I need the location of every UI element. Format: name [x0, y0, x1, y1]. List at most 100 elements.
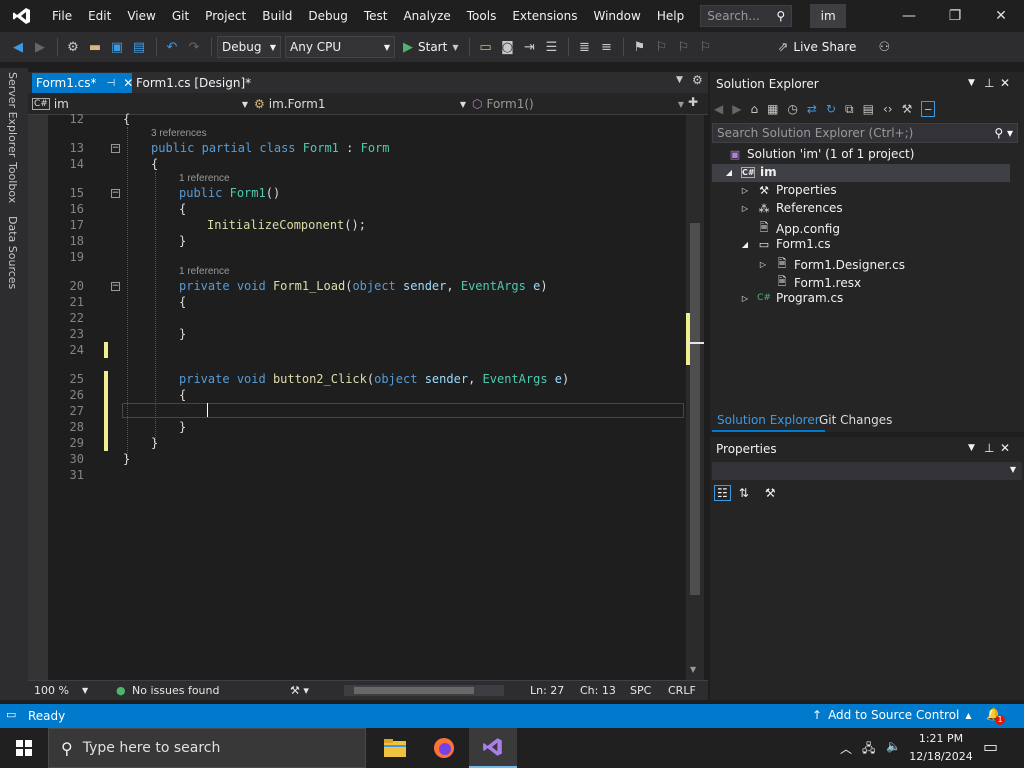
folder-icon[interactable]: ▭ [475, 36, 495, 58]
menu-project[interactable]: Project [197, 0, 254, 32]
menu-view[interactable]: View [119, 0, 163, 32]
file-explorer-icon[interactable] [371, 728, 419, 768]
code-cleanup-icon[interactable]: ⚒ ▾ [290, 684, 309, 697]
chevron-down-icon[interactable]: ▼ [82, 686, 88, 695]
layout-icon[interactable]: ☰ [541, 36, 561, 58]
save-icon[interactable]: ▣ [107, 36, 127, 58]
navigate-back-icon[interactable]: ◀ [8, 36, 28, 58]
wrench-icon[interactable]: ⚒ [902, 102, 913, 116]
collapsed-arrow-icon[interactable]: ▷ [738, 186, 752, 195]
tree-form1-designer[interactable]: ▷ 🗎 Form1.Designer.cs [756, 255, 905, 274]
menu-debug[interactable]: Debug [300, 0, 355, 32]
close-button[interactable]: ✕ [978, 0, 1024, 32]
tree-properties[interactable]: ▷ ⚒ Properties [738, 183, 837, 197]
pin-icon[interactable]: ⊣ [107, 78, 116, 89]
outdent-icon[interactable]: ≡ [596, 36, 616, 58]
tree-app-config[interactable]: 🗎 App.config [757, 219, 840, 238]
horizontal-scrollbar[interactable] [344, 685, 504, 696]
pin-icon[interactable]: ⊥ [984, 441, 994, 455]
fold-toggle[interactable]: − [111, 189, 120, 198]
tab-form1-design[interactable]: Form1.cs [Design]* [132, 73, 255, 93]
bookmark-clear-icon[interactable]: ⚐ [695, 36, 715, 58]
indent-icon[interactable]: ≣ [574, 36, 594, 58]
new-project-icon[interactable]: ⚙ [63, 36, 83, 58]
tab-overflow-icon[interactable]: ▼ [676, 75, 683, 85]
expanded-arrow-icon[interactable]: ◢ [738, 240, 752, 249]
whitespace-indicator[interactable]: SPC [630, 684, 651, 697]
split-icon[interactable]: ✚ [688, 95, 698, 109]
forward-icon[interactable]: ▶ [732, 102, 741, 116]
clock[interactable]: 1:21 PM 12/18/2024 [906, 730, 976, 766]
tree-references[interactable]: ▷ ⁂ References [738, 201, 843, 215]
object-selector[interactable]: ▼ [712, 462, 1022, 480]
profile-badge[interactable]: im [810, 4, 847, 28]
step-icon[interactable]: ⇥ [519, 36, 539, 58]
preview-icon[interactable]: ‒ [921, 101, 935, 117]
codelens-references[interactable]: 1 reference [179, 173, 230, 184]
menu-extensions[interactable]: Extensions [504, 0, 585, 32]
network-icon[interactable]: 🖧 [862, 739, 875, 760]
tree-form1-resx[interactable]: 🗎 Form1.resx [775, 273, 862, 292]
menu-git[interactable]: Git [164, 0, 197, 32]
menu-build[interactable]: Build [254, 0, 300, 32]
menu-tools[interactable]: Tools [459, 0, 505, 32]
history-icon[interactable]: ◷ [787, 102, 797, 116]
tree-program-cs[interactable]: ▷ C# Program.cs [738, 291, 843, 305]
tab-data-sources[interactable]: Data Sources [6, 216, 19, 289]
tab-server-explorer[interactable]: Server Explorer [6, 72, 19, 157]
collapse-icon[interactable]: ⧉ [845, 102, 854, 117]
issues-status[interactable]: No issues found [132, 684, 219, 697]
tree-form1-cs[interactable]: ◢ ▭ Form1.cs [738, 237, 831, 251]
open-file-icon[interactable]: ▬ [85, 36, 105, 58]
panel-menu-icon[interactable]: ▼ [968, 78, 975, 88]
taskbar-search-box[interactable]: ⚲ Type here to search [48, 728, 366, 768]
codelens-references[interactable]: 1 reference [179, 266, 230, 277]
maximize-button[interactable]: ❐ [932, 0, 978, 32]
sync-icon[interactable]: ⇄ [807, 102, 817, 116]
line-ending-indicator[interactable]: CRLF [668, 684, 696, 697]
add-to-source-control-button[interactable]: ↑ Add to Source Control ▲ [812, 708, 972, 722]
browser-icon[interactable]: ◙ [497, 36, 517, 58]
collapsed-arrow-icon[interactable]: ▷ [738, 294, 752, 303]
firefox-icon[interactable] [420, 728, 468, 768]
show-all-icon[interactable]: ▤ [863, 102, 874, 116]
menu-window[interactable]: Window [586, 0, 649, 32]
zoom-level[interactable]: 100 % [34, 684, 69, 697]
menu-edit[interactable]: Edit [80, 0, 119, 32]
menu-test[interactable]: Test [356, 0, 396, 32]
back-icon[interactable]: ◀ [714, 102, 723, 116]
action-center-icon[interactable]: ▭ [983, 737, 998, 756]
column-indicator[interactable]: Ch: 13 [580, 684, 616, 697]
output-icon[interactable]: ▭ [6, 708, 16, 721]
home-icon[interactable]: ⌂ [750, 102, 758, 116]
property-pages-icon[interactable]: ⚒ [765, 486, 776, 500]
platform-dropdown[interactable]: Any CPU ▼ [285, 36, 395, 58]
tab-toolbox[interactable]: Toolbox [6, 162, 19, 203]
fold-toggle[interactable]: − [111, 144, 120, 153]
tree-project-im[interactable]: ◢ C# im [722, 165, 777, 179]
line-indicator[interactable]: Ln: 27 [530, 684, 564, 697]
tab-solution-explorer[interactable]: Solution Explorer [712, 410, 825, 432]
gear-icon[interactable]: ⚙ [692, 73, 703, 87]
project-dropdown[interactable]: C# im ▼ [32, 94, 248, 114]
volume-muted-icon[interactable]: 🔈 [886, 739, 901, 753]
menu-help[interactable]: Help [649, 0, 692, 32]
visual-studio-logo-icon[interactable] [0, 0, 44, 32]
scrollbar-thumb[interactable] [354, 687, 474, 694]
live-share-button[interactable]: ⇗ Live Share [773, 36, 860, 58]
undo-icon[interactable]: ↶ [162, 36, 182, 58]
close-icon[interactable]: ✕ [1000, 441, 1010, 455]
refresh-icon[interactable]: ↻ [826, 102, 836, 116]
scrollbar-thumb[interactable] [690, 223, 700, 595]
redo-icon[interactable]: ↷ [184, 36, 204, 58]
scroll-down-icon[interactable]: ▼ [690, 665, 696, 674]
fold-toggle[interactable]: − [111, 282, 120, 291]
navigate-forward-icon[interactable]: ▶ [30, 36, 50, 58]
categorized-icon[interactable]: ☷ [714, 485, 731, 501]
search-box[interactable]: Search... ⚲ [700, 5, 793, 27]
visual-studio-taskbar-icon[interactable] [469, 728, 517, 768]
bookmark-icon[interactable]: ⚑ [629, 36, 649, 58]
config-dropdown[interactable]: Debug ▼ [217, 36, 281, 58]
code-icon[interactable]: ‹› [883, 102, 893, 116]
minimize-button[interactable]: — [886, 0, 932, 32]
